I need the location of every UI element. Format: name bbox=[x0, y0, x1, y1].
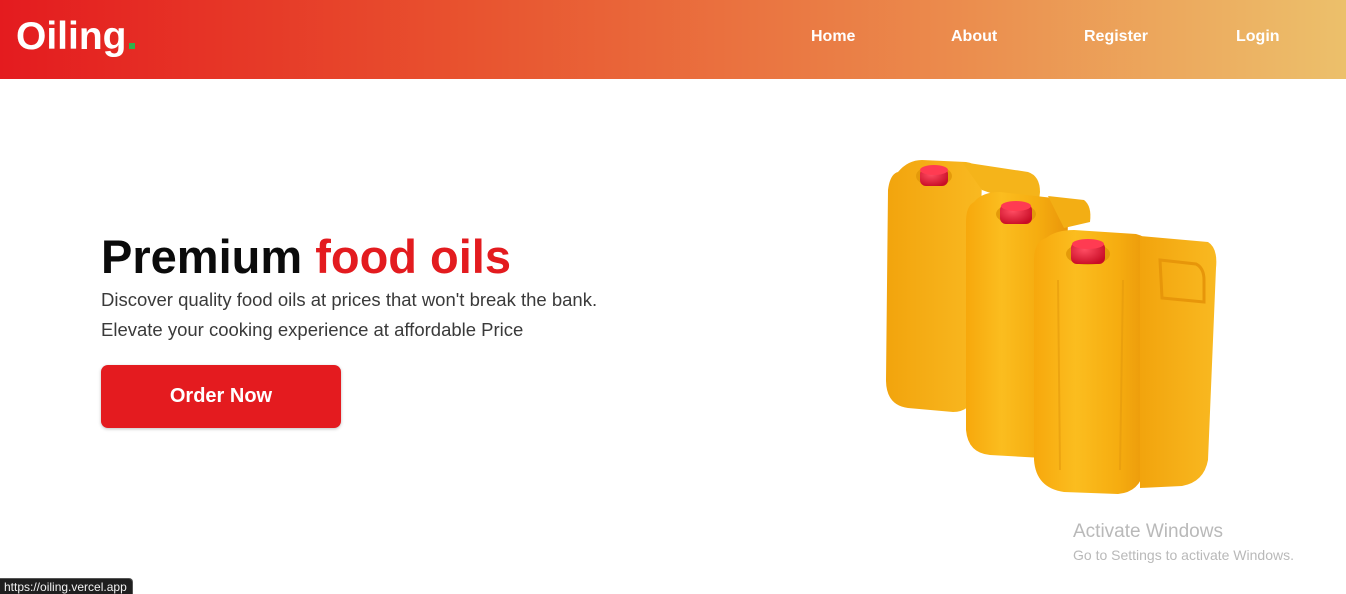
brand-logo[interactable]: Oiling bbox=[16, 14, 135, 60]
brand-name: Oiling bbox=[16, 15, 127, 58]
order-now-button[interactable]: Order Now bbox=[101, 365, 341, 428]
hero-title-accent: food oils bbox=[315, 230, 512, 283]
hero-subtitle-line-2: Elevate your cooking experience at affor… bbox=[101, 319, 524, 340]
windows-activation-subtitle: Go to Settings to activate Windows. bbox=[1073, 547, 1294, 563]
nav-home-link[interactable]: Home bbox=[811, 27, 855, 47]
top-navbar: Oiling Home About Register Login bbox=[0, 0, 1346, 79]
nav-register-link[interactable]: Register bbox=[1084, 27, 1148, 47]
hero-title-main: Premium bbox=[101, 230, 303, 283]
windows-activation-title: Activate Windows bbox=[1073, 521, 1223, 542]
nav-login-link[interactable]: Login bbox=[1236, 27, 1280, 47]
hero-title: Premium food oils bbox=[101, 229, 511, 285]
status-bar-url: https://oiling.vercel.app bbox=[0, 578, 133, 594]
jerrycan-front bbox=[1034, 230, 1217, 494]
nav-about-link[interactable]: About bbox=[951, 27, 997, 47]
brand-dot bbox=[128, 43, 135, 49]
page: Oiling Home About Register Login Premium… bbox=[0, 0, 1346, 594]
yellow-oil-jerrycans-image bbox=[886, 160, 1217, 494]
hero-subtitle-line-1: Discover quality food oils at prices tha… bbox=[101, 289, 598, 310]
